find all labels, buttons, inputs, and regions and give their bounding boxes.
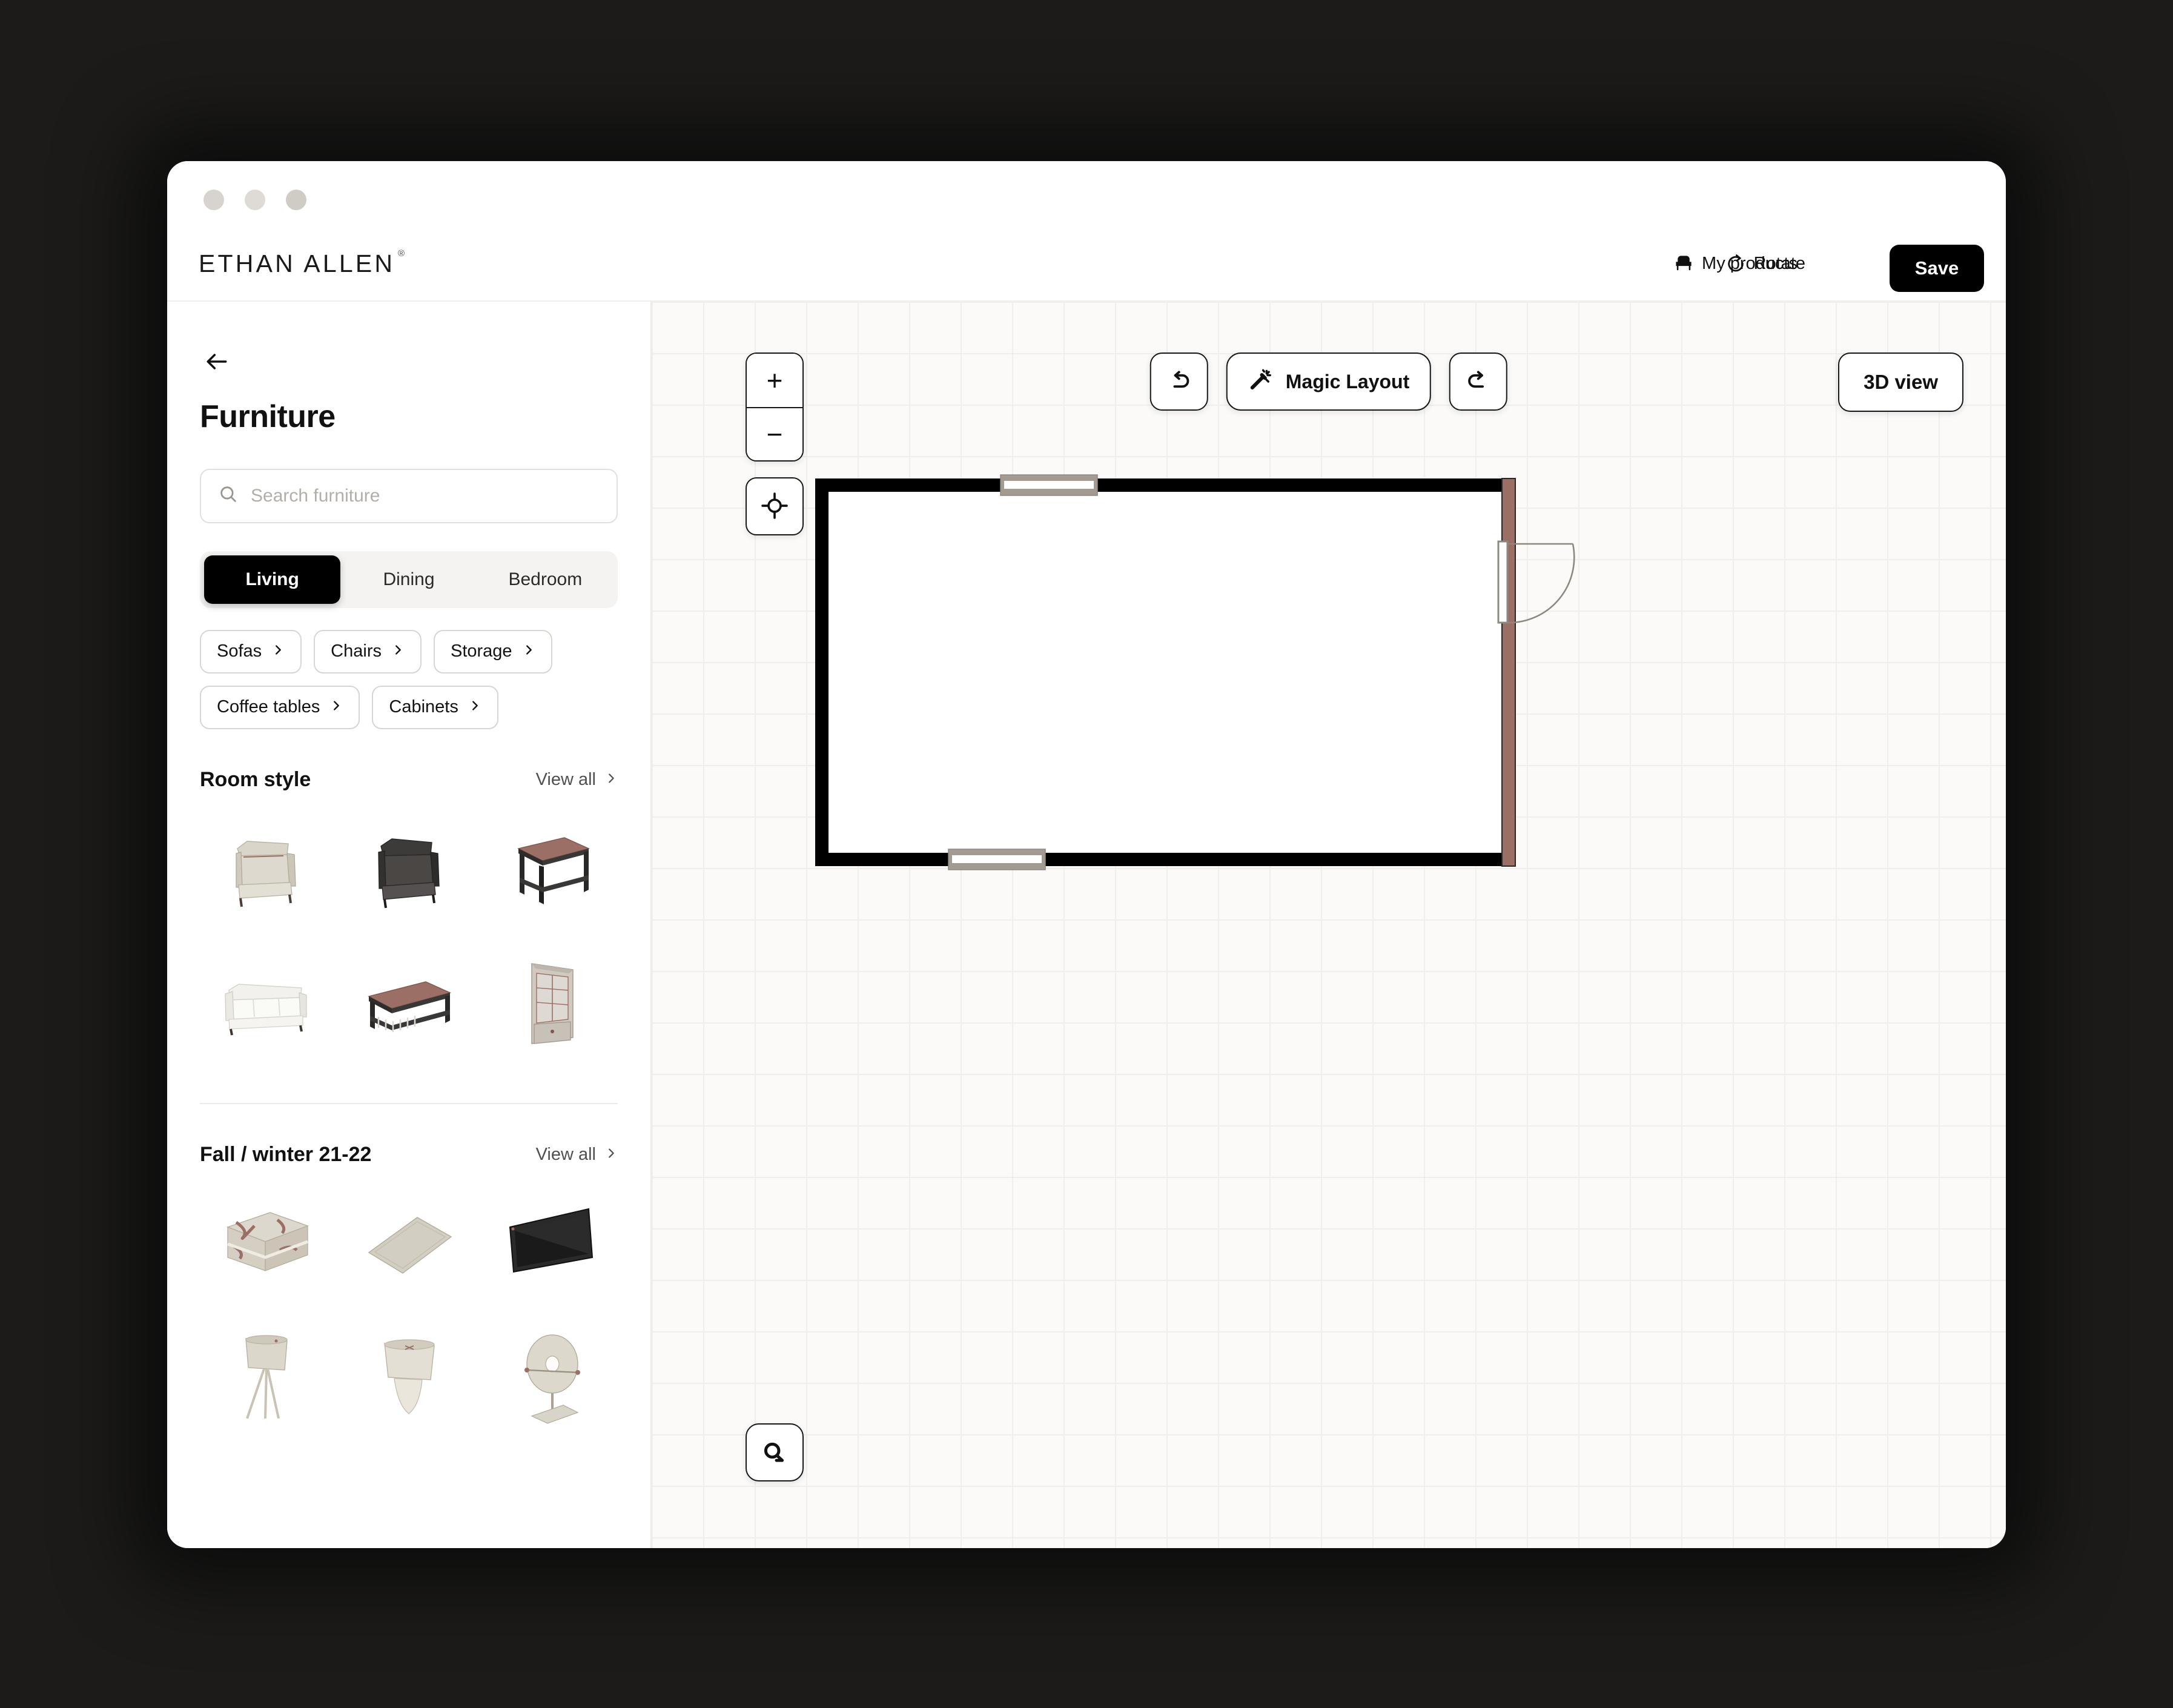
tab-dining[interactable]: Dining: [340, 555, 477, 604]
chip-label: Chairs: [331, 641, 382, 661]
maximize-dot[interactable]: [286, 190, 306, 210]
view-3d-button[interactable]: 3D view: [1838, 353, 1963, 412]
search-input[interactable]: [251, 485, 600, 506]
product-thumb-side-table[interactable]: [484, 807, 618, 935]
rotate-label: Rotate: [1753, 253, 1805, 273]
section-title: Fall / winter 21-22: [200, 1142, 372, 1166]
chevron-right-icon: [271, 641, 285, 661]
app-header: ETHAN ALLEN ® My products Rotate Save: [167, 234, 2006, 302]
chip-coffee-tables[interactable]: Coffee tables: [200, 685, 360, 729]
view-all-label: View all: [535, 769, 596, 789]
close-dot[interactable]: [203, 190, 224, 210]
app-window: ETHAN ALLEN ® My products Rotate Save Fu…: [167, 161, 2006, 1548]
chevron-right-icon: [604, 1145, 618, 1165]
chevron-right-icon: [391, 641, 405, 661]
floorplan-drawing[interactable]: [652, 302, 1705, 1162]
product-thumb-tripod-floor-lamp[interactable]: [200, 1315, 334, 1443]
section-header: Room style View all: [200, 768, 618, 792]
product-thumb-round-table-lamp[interactable]: [484, 1315, 618, 1443]
arrow-left-icon: [201, 353, 233, 377]
product-thumb-television[interactable]: [484, 1182, 618, 1309]
chip-label: Storage: [450, 641, 512, 661]
rotate-icon: [1725, 253, 1746, 274]
section-fall-winter: Fall / winter 21-22 View all: [200, 1143, 618, 1443]
section-title: Room style: [200, 767, 311, 791]
product-thumb-area-rug[interactable]: [342, 1182, 476, 1309]
minimize-dot[interactable]: [245, 190, 265, 210]
section-header: Fall / winter 21-22 View all: [200, 1143, 618, 1167]
chip-label: Coffee tables: [217, 697, 320, 717]
chevron-right-icon: [604, 770, 618, 790]
brand-trademark-mark: ®: [398, 248, 405, 259]
room-style-grid: [200, 807, 618, 1068]
rotate-button[interactable]: Rotate: [1725, 253, 1805, 274]
tab-bedroom[interactable]: Bedroom: [477, 555, 614, 604]
measuring-tape-icon: [761, 1438, 789, 1468]
product-thumb-coffee-table[interactable]: [342, 940, 476, 1068]
page-title: Furniture: [200, 399, 336, 434]
window-bottom: [948, 849, 1046, 870]
floorplan-canvas[interactable]: + − Magic Layout 3D view: [652, 302, 2006, 1548]
back-button[interactable]: [200, 348, 234, 377]
measuring-tape-button[interactable]: [746, 1423, 804, 1481]
body-area: Furniture Living Dining Bedroom Sofas: [167, 302, 2006, 1548]
chip-label: Sofas: [217, 641, 262, 661]
chip-label: Cabinets: [389, 697, 458, 717]
search-icon: [218, 484, 239, 508]
view-all-room-style[interactable]: View all: [536, 770, 618, 790]
wall-top: [815, 478, 1515, 492]
window-top: [1000, 474, 1098, 496]
chip-storage[interactable]: Storage: [433, 629, 552, 674]
view-all-fall-winter[interactable]: View all: [536, 1145, 618, 1165]
product-thumb-dark-armchair[interactable]: [342, 807, 476, 935]
tab-living[interactable]: Living: [204, 555, 341, 604]
product-thumb-patterned-ottoman[interactable]: [200, 1182, 334, 1309]
save-button[interactable]: Save: [1890, 245, 1984, 292]
brand-logo: ETHAN ALLEN: [199, 250, 395, 277]
section-divider: [200, 1102, 618, 1104]
chip-cabinets[interactable]: Cabinets: [372, 685, 498, 729]
furniture-sidebar: Furniture Living Dining Bedroom Sofas: [167, 302, 652, 1548]
category-tabs: Living Dining Bedroom: [200, 551, 618, 608]
chip-sofas[interactable]: Sofas: [200, 629, 302, 674]
product-thumb-beige-armchair[interactable]: [200, 807, 334, 935]
product-thumb-pendant-lamp[interactable]: [342, 1315, 476, 1443]
chevron-right-icon: [329, 697, 343, 717]
wall-right-accent: [1502, 478, 1515, 866]
chevron-right-icon: [522, 641, 535, 661]
section-room-style: Room style View all: [200, 768, 618, 1068]
view-all-label: View all: [535, 1144, 596, 1164]
search-box[interactable]: [200, 468, 618, 523]
armchair-icon: [1673, 253, 1694, 274]
product-thumb-white-sofa[interactable]: [200, 940, 334, 1068]
wall-bottom: [815, 853, 1515, 866]
title-bar: [167, 161, 2006, 234]
fall-winter-grid: [200, 1182, 618, 1443]
chevron-right-icon: [468, 697, 481, 717]
subcategory-chips: Sofas Chairs Storage Coffee tables Cabin…: [200, 629, 618, 729]
product-thumb-display-cabinet[interactable]: [484, 940, 618, 1068]
chip-chairs[interactable]: Chairs: [314, 629, 422, 674]
wall-left: [815, 478, 829, 866]
